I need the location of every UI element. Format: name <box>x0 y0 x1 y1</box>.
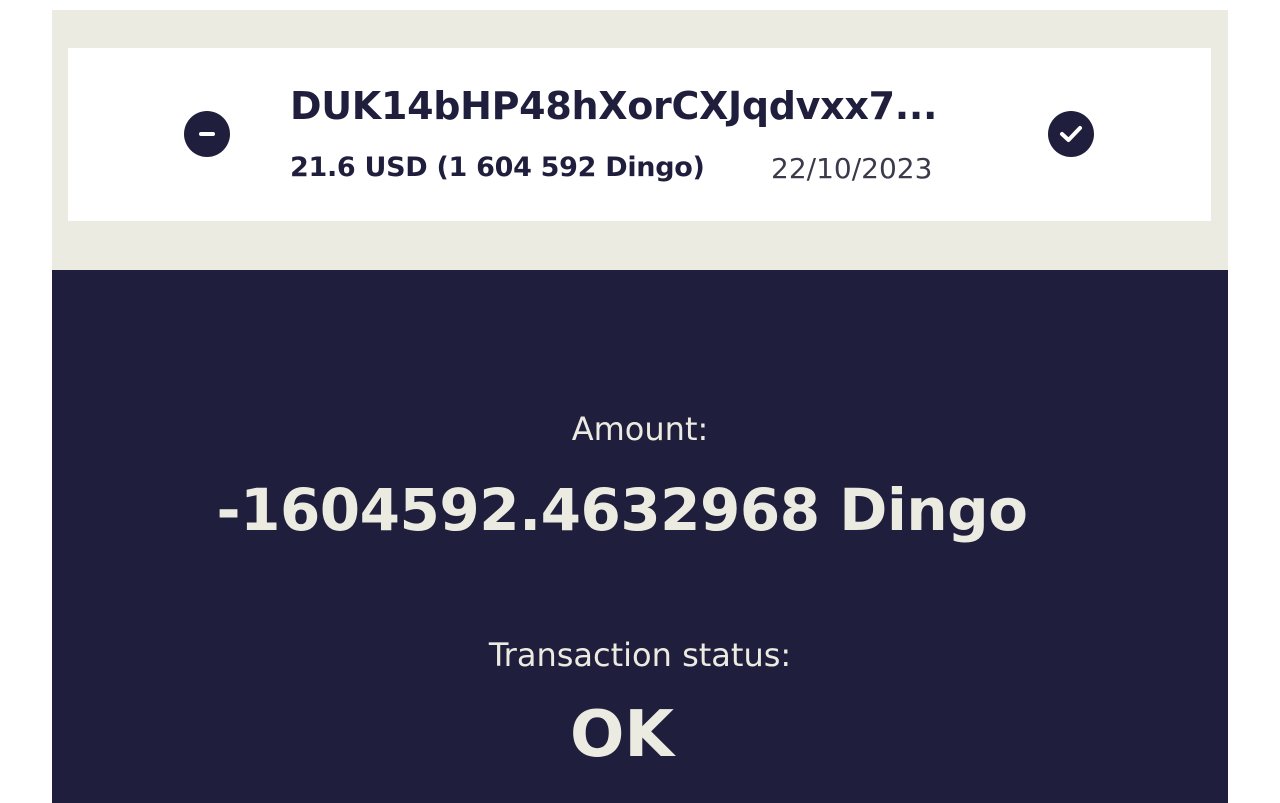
check-circle-icon <box>1048 111 1094 157</box>
amount-label: Amount: <box>571 410 709 448</box>
transaction-view: DUK14bHP48hXorCXJqdvxx7... 21.6 USD (1 6… <box>52 10 1228 803</box>
transaction-status-value: OK <box>570 698 674 772</box>
transaction-details-panel: Amount: -1604592.4632968 Dingo Transacti… <box>52 270 1228 803</box>
minus-circle-icon <box>184 111 230 157</box>
transaction-date: 22/10/2023 <box>771 152 933 185</box>
transaction-address: DUK14bHP48hXorCXJqdvxx7... <box>290 84 938 128</box>
transaction-list-item[interactable]: DUK14bHP48hXorCXJqdvxx7... 21.6 USD (1 6… <box>68 48 1211 221</box>
amount-value: -1604592.4632968 Dingo <box>216 476 1028 544</box>
transaction-list-area: DUK14bHP48hXorCXJqdvxx7... 21.6 USD (1 6… <box>52 10 1228 270</box>
transaction-status-label: Transaction status: <box>488 636 792 674</box>
transaction-usd-amount: 21.6 USD (1 604 592 Dingo) <box>290 152 705 183</box>
